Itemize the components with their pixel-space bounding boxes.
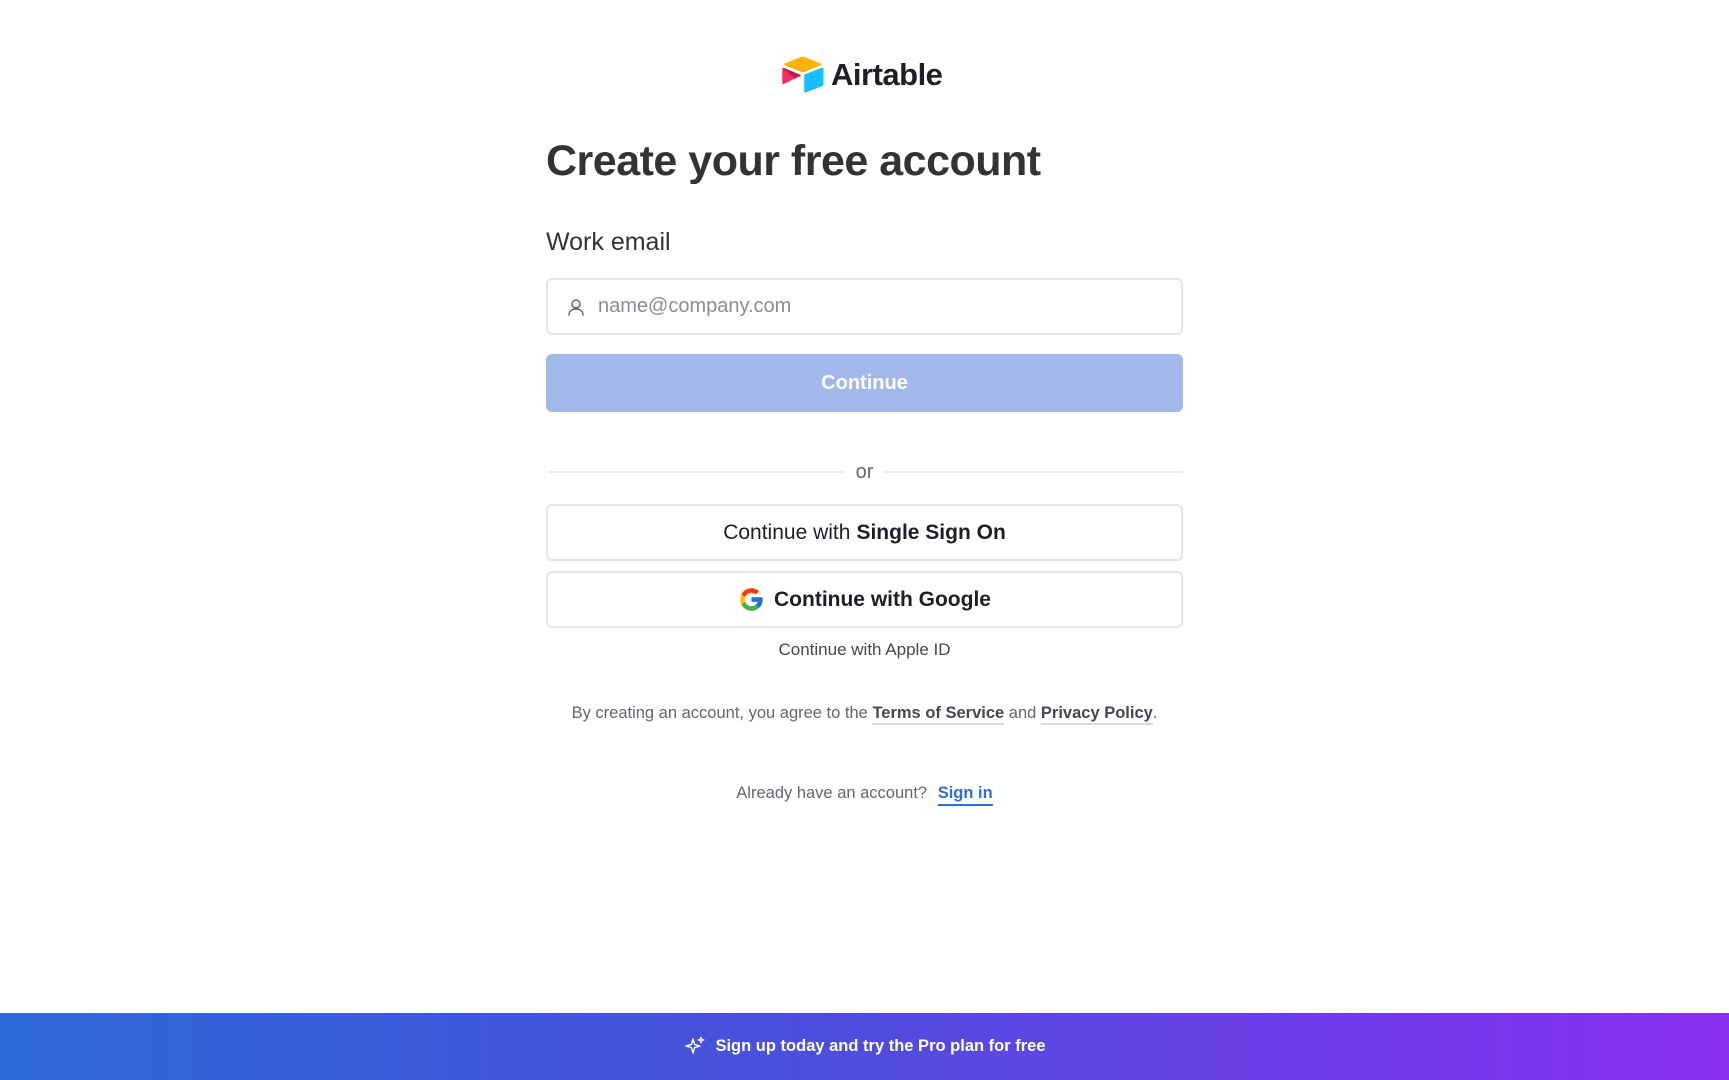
continue-button[interactable]: Continue (546, 354, 1183, 412)
email-input[interactable] (598, 295, 1158, 318)
terms-of-service-link[interactable]: Terms of Service (872, 704, 1005, 725)
divider-line-right (884, 471, 1184, 473)
pro-plan-banner[interactable]: Sign up today and try the Pro plan for f… (0, 1013, 1729, 1080)
airtable-logo-icon (782, 56, 824, 93)
email-field[interactable] (546, 278, 1183, 335)
signup-page: Airtable Create your free account Work e… (0, 0, 1729, 1080)
divider-text: or (855, 461, 874, 483)
sso-button[interactable]: Continue with Single Sign On (546, 504, 1183, 561)
brand-name: Airtable (831, 57, 943, 92)
terms-and: and (1008, 704, 1037, 722)
google-button-label: Continue with Google (774, 587, 991, 611)
sign-in-link[interactable]: Sign in (937, 784, 993, 806)
page-title: Create your free account (546, 137, 1041, 185)
google-g-icon (740, 588, 763, 611)
apple-signin-link[interactable]: Continue with Apple ID (546, 640, 1183, 660)
signin-prompt: Already have an account? (736, 784, 928, 802)
airtable-logo[interactable]: Airtable (781, 56, 943, 94)
user-icon (568, 298, 584, 316)
terms-prefix: By creating an account, you agree to the (571, 704, 868, 722)
signin-row: Already have an account? Sign in (546, 784, 1183, 806)
or-divider: or (546, 461, 1184, 483)
email-label: Work email (546, 228, 671, 256)
google-button[interactable]: Continue with Google (546, 571, 1183, 628)
sso-button-label: Single Sign On (856, 520, 1006, 544)
sparkle-icon (685, 1035, 706, 1054)
privacy-policy-link[interactable]: Privacy Policy (1040, 704, 1153, 725)
terms-notice: By creating an account, you agree to the… (536, 704, 1193, 725)
sso-button-prefix: Continue with (723, 520, 851, 544)
terms-suffix: . (1152, 704, 1158, 722)
divider-line-left (546, 471, 845, 473)
banner-text: Sign up today and try the Pro plan for f… (715, 1037, 1046, 1055)
